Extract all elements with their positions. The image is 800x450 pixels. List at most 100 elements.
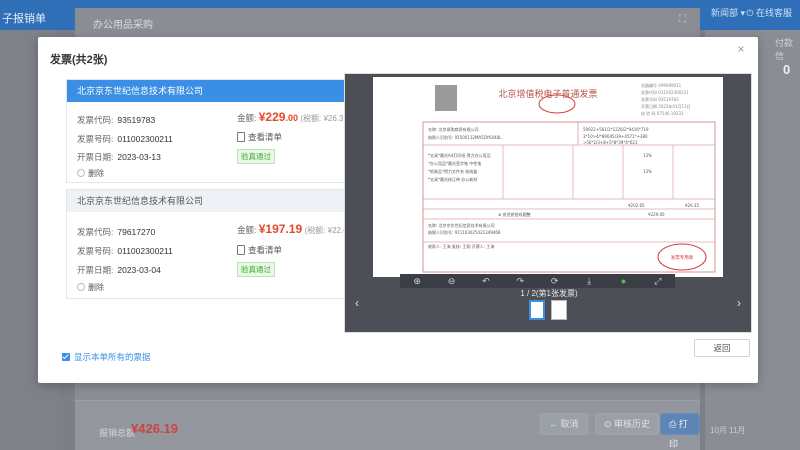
document-icon [237, 132, 245, 142]
thumbnail-strip [529, 300, 567, 320]
svg-text:纳税人识别号: 911103025421349468: 纳税人识别号: 911103025421349468 [428, 229, 501, 235]
invoice-modal: 发票(共2张) × 北京京东世纪信息技术有限公司 发票代码: 93519783 发… [38, 37, 758, 383]
invoice-date: 2023-03-04 [117, 265, 161, 275]
viewer-toolbar: ⊕ ⊖ ↶ ↷ ⟳ ⤓ ● ⤢ [400, 274, 675, 288]
view-list-label: 查看清单 [248, 132, 283, 142]
back-button[interactable]: 返回 [694, 339, 750, 357]
invoice-number-label: 发票号码: [77, 134, 114, 144]
invoice-list: 北京京东世纪信息技术有限公司 发票代码: 93519783 发票号码: 011002… [66, 79, 356, 333]
svg-text:>56*2/3+8+5*8*39*4*621: >56*2/3+8+5*8*39*4*621 [583, 140, 638, 145]
svg-text:校 验 码 07540 19233: 校 验 码 07540 19233 [641, 110, 684, 116]
invoice-number: 011002300211 [117, 134, 173, 144]
online-service-link[interactable]: ⏻ 在线客服 [746, 6, 792, 19]
svg-text:名称: 北京易购商贸有限公司: 名称: 北京易购商贸有限公司 [428, 126, 479, 132]
svg-text:13%: 13% [643, 169, 652, 174]
doc-total-amount: ¥202.65 [628, 203, 645, 208]
invoice-doc-title: 北京增值税电子普通发票 [498, 88, 597, 100]
invoice-company: 北京京东世纪信息技术有限公司 [67, 80, 355, 102]
invoice-code-label: 发票代码: [77, 227, 114, 237]
qr-code-icon [435, 85, 457, 111]
amount-value: ¥197.19 [258, 222, 303, 236]
svg-text:发票号码 93519783: 发票号码 93519783 [641, 96, 679, 102]
invoice-image[interactable]: 北京增值税电子普通发票 机器编号 499099911 发票代码 01100230… [373, 77, 723, 277]
svg-text:*文具*晨光修正带 办公耗材: *文具*晨光修正带 办公耗材 [428, 176, 477, 182]
invoice-card[interactable]: 北京京东世纪信息技术有限公司 发票代码: 79617270 发票号码: 011002… [66, 189, 356, 299]
close-icon[interactable]: × [734, 42, 748, 56]
thumbnail-2[interactable] [551, 300, 567, 320]
svg-text:3*10>4/*89045/39+4571*+380: 3*10>4/*89045/39+4571*+380 [583, 134, 648, 139]
invoice-code: 79617270 [117, 227, 156, 237]
show-all-checkbox[interactable]: 显示本单所有的票据 [62, 351, 151, 363]
check-icon[interactable]: ● [616, 276, 630, 286]
amount-decimal: .00 [285, 113, 298, 123]
show-all-label: 显示本单所有的票据 [74, 352, 151, 362]
svg-text:*办公用品*晨光签字笔 中性笔: *办公用品*晨光签字笔 中性笔 [428, 160, 481, 166]
thumbnail-1[interactable] [529, 300, 545, 320]
delete-radio[interactable]: 删除 [77, 282, 104, 293]
invoice-document: 北京增值税电子普通发票 机器编号 499099911 发票代码 01100230… [373, 77, 723, 277]
invoice-number-row: 发票号码: 011002300211 [77, 245, 173, 257]
svg-text:纳税人识别号: 91500112MA5DY6448L: 纳税人识别号: 91500112MA5DY6448L [428, 134, 502, 140]
right-header: 付款信 [775, 38, 794, 61]
invoice-viewer: 北京增值税电子普通发票 机器编号 499099911 发票代码 01100230… [344, 73, 752, 333]
panel-title: 办公用品采购 [93, 20, 153, 31]
modal-title: 发票(共2张) [50, 54, 108, 66]
invoice-number-label: 发票号码: [77, 246, 114, 256]
download-icon[interactable]: ⤓ [582, 276, 596, 287]
invoice-number-row: 发票号码: 011002300211 [77, 133, 173, 145]
amount-label: 金额: [237, 113, 257, 123]
svg-text:*文具*晨光A4打印纸 得力办公用品: *文具*晨光A4打印纸 得力办公用品 [428, 152, 491, 158]
amount-value: ¥229 [258, 110, 286, 124]
svg-text:名称: 北京京东世纪信息技术有限公司: 名称: 北京京东世纪信息技术有限公司 [428, 222, 495, 228]
invoice-date: 2023-03-13 [117, 152, 161, 162]
delete-label: 删除 [88, 283, 104, 292]
audit-history-button[interactable]: ⊙ 审核历史 [595, 413, 660, 435]
refresh-icon[interactable]: ⟳ [548, 276, 562, 287]
invoice-amount: 金额: ¥197.19 (税额: ¥22.69) [237, 222, 355, 236]
expand-icon[interactable]: ⛶ [679, 14, 686, 25]
prev-arrow-icon[interactable]: ‹ [355, 296, 359, 310]
zoom-in-icon[interactable]: ⊕ [410, 276, 424, 287]
next-arrow-icon[interactable]: › [737, 296, 741, 310]
total-label: 报销总额 [99, 428, 136, 438]
view-list-link[interactable]: 查看清单 [237, 131, 282, 143]
month-labels: 10月 11月 [710, 426, 746, 435]
cancel-button[interactable]: ← 取消 [540, 413, 588, 435]
fullscreen-icon[interactable]: ⤢ [651, 276, 665, 287]
page-indicator: 1 / 2(第1张发票) [520, 289, 578, 298]
amount-label: 金额: [237, 225, 257, 235]
invoice-code-row: 发票代码: 93519783 [77, 114, 155, 126]
status-badge: 验真通过 [237, 262, 275, 277]
view-list-link[interactable]: 查看清单 [237, 244, 282, 256]
svg-text:59922+561/3*1226/2*9416*719: 59922+561/3*1226/2*9416*719 [583, 127, 649, 132]
svg-text:⊗ 贰佰贰拾玖圆整: ⊗ 贰佰贰拾玖圆整 [498, 211, 531, 217]
invoice-code: 93519783 [117, 115, 156, 125]
zoom-out-icon[interactable]: ⊖ [445, 276, 459, 287]
radio-circle-icon [77, 283, 85, 291]
app-title: 子报销单 [2, 13, 46, 25]
svg-text:开票日期 2023年03月13日: 开票日期 2023年03月13日 [641, 103, 691, 109]
invoice-number: 011002300211 [117, 246, 173, 256]
invoice-date-label: 开票日期: [77, 265, 114, 275]
svg-text:*纸制品*得力文件夹 收纳盒: *纸制品*得力文件夹 收纳盒 [428, 168, 477, 174]
print-button[interactable]: ⎙ 打印 [660, 413, 700, 449]
invoice-amount: 金额: ¥229.00 (税额: ¥26.35) [237, 110, 351, 124]
svg-text:13%: 13% [643, 153, 652, 158]
invoice-company: 北京京东世纪信息技术有限公司 [67, 190, 355, 212]
invoice-date-row: 开票日期: 2023-03-13 [77, 151, 161, 163]
delete-label: 删除 [88, 169, 104, 178]
rotate-left-icon[interactable]: ↶ [479, 276, 493, 287]
doc-tax-amount: ¥26.35 [685, 203, 699, 208]
department-dropdown[interactable]: 新闻部 ▾ [711, 6, 745, 19]
radio-circle-icon [77, 169, 85, 177]
invoice-code-label: 发票代码: [77, 115, 114, 125]
document-icon [237, 245, 245, 255]
rotate-right-icon[interactable]: ↷ [513, 276, 527, 287]
invoice-date-label: 开票日期: [77, 152, 114, 162]
delete-radio[interactable]: 删除 [77, 168, 104, 179]
total-amount: ¥426.19 [131, 421, 178, 436]
svg-text:收款人: 王海 复核: 王翔 开票人:: 收款人: 王海 复核: 王翔 开票人: 王海 [428, 243, 494, 249]
invoice-date-row: 开票日期: 2023-03-04 [77, 264, 161, 276]
invoice-card[interactable]: 北京京东世纪信息技术有限公司 发票代码: 93519783 发票号码: 011002… [66, 79, 356, 183]
checkbox-checked-icon[interactable] [62, 353, 70, 361]
